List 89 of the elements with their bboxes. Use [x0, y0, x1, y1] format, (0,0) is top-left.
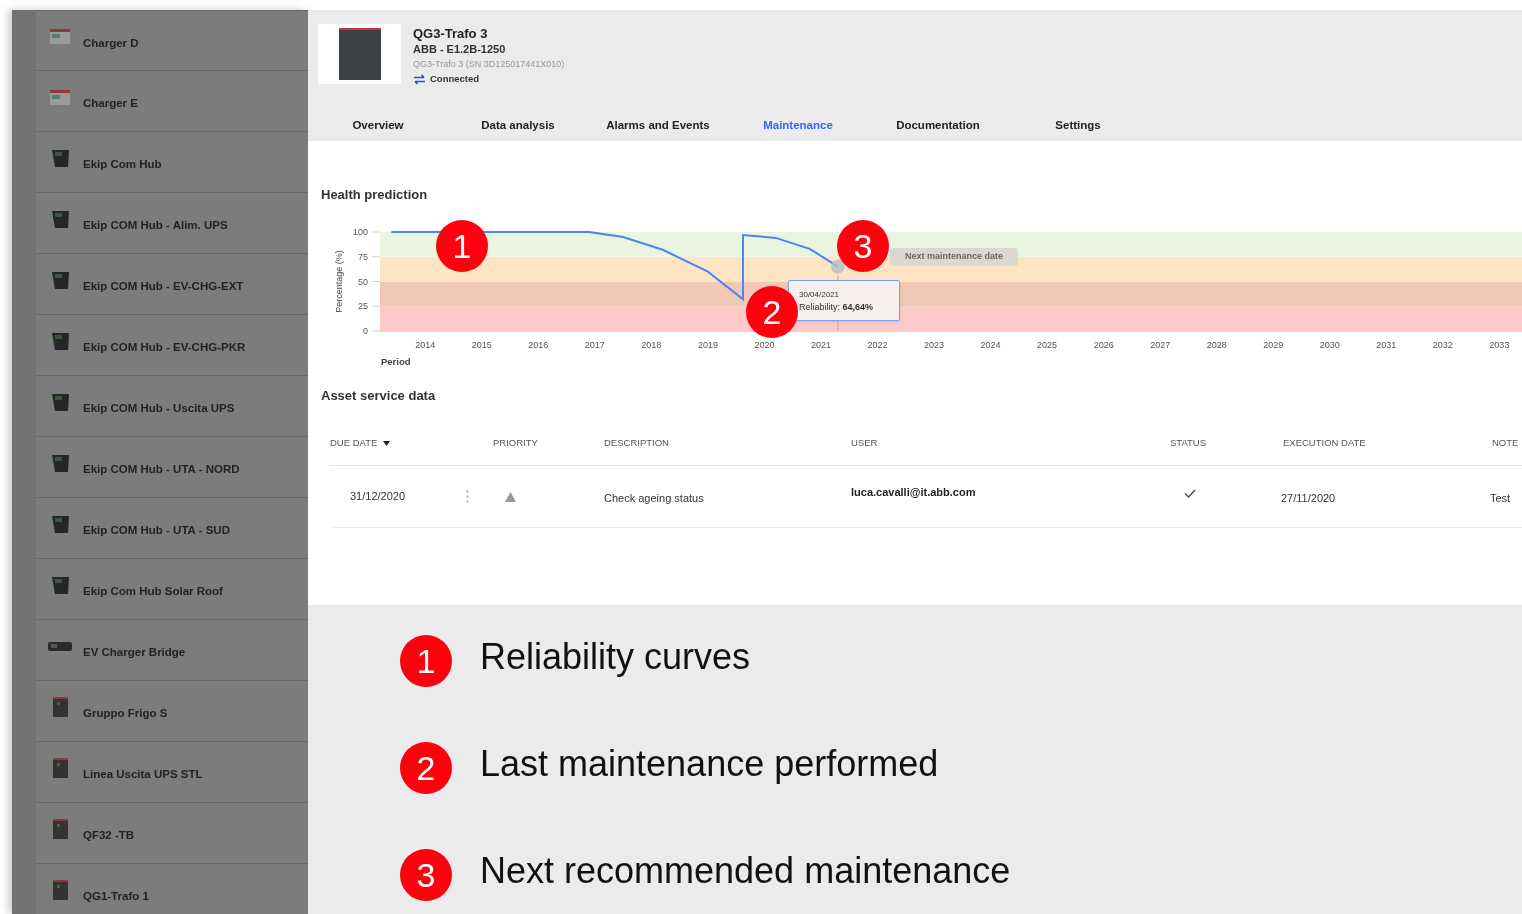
table-cell-text: 31/12/2020	[350, 489, 406, 505]
axis-tick-label: 2029	[1263, 340, 1284, 350]
axis-tick-label: 2017	[584, 340, 605, 350]
device-icon	[50, 29, 70, 44]
device-icon	[51, 332, 69, 350]
callout-number: 3	[837, 220, 889, 272]
device-icon	[51, 149, 69, 167]
tab[interactable]: Documentation	[868, 111, 1008, 141]
device-model: ABB - E1.2B-1250	[413, 42, 507, 57]
tab[interactable]: Maintenance	[728, 111, 868, 141]
axis-tick-label: 0	[363, 326, 368, 336]
connection-icon	[413, 73, 426, 85]
axis-tick-label: 2014	[415, 340, 436, 350]
axis-tick-label: 2025	[1037, 340, 1058, 350]
sort-icon[interactable]	[383, 440, 391, 446]
axis-tick-label: 100	[352, 227, 368, 237]
device-serial: QG3-Trafo 3 (SN 3D125017441X010)	[413, 58, 565, 71]
device-icon	[51, 515, 69, 533]
connection-status: Connected	[430, 72, 480, 86]
axis-tick-label: 2021	[810, 340, 831, 350]
sidebar-item[interactable]: Linea Uscita UPS STL	[36, 742, 308, 803]
device-icon	[48, 641, 72, 651]
legend-number: 2	[400, 742, 452, 794]
axis-tick-label: 2016	[528, 340, 549, 350]
axis-tick-label: 2031	[1376, 340, 1397, 350]
device-icon	[52, 880, 68, 900]
y-tick-mark	[371, 305, 381, 307]
device-icon	[51, 210, 69, 228]
column-header[interactable]: NOTE	[1492, 435, 1519, 451]
tab[interactable]: Alarms and Events	[588, 111, 728, 141]
axis-tick-label: 2027	[1150, 340, 1171, 350]
device-icon	[52, 758, 68, 778]
axis-title: Percentage (%)	[334, 250, 344, 313]
device-icon	[51, 454, 69, 472]
table-cell: luca.cavalli@it.abb.com	[851, 485, 976, 498]
section-title: Health prediction	[321, 186, 428, 204]
axis-tick-label: 2018	[641, 340, 662, 350]
table-cell: Test	[1490, 491, 1511, 504]
axis-tick-label: 25	[358, 301, 368, 312]
tab[interactable]: Data analysis	[448, 111, 588, 141]
device-title: QG3-Trafo 3	[413, 26, 489, 42]
priority-icon	[505, 491, 516, 502]
column-header[interactable]: EXECUTION DATE	[1283, 435, 1366, 451]
axis-tick-label: 2023	[924, 340, 945, 350]
table-cell: 27/11/2020	[1281, 491, 1336, 504]
column-header[interactable]: PRIORITY	[493, 435, 538, 451]
column-header[interactable]: DESCRIPTION	[604, 435, 669, 451]
sidebar-item[interactable]: Charger D	[36, 10, 308, 71]
device-icon	[51, 576, 69, 594]
sidebar-item[interactable]: Charger E	[36, 71, 308, 132]
legend-text: Last maintenance performed	[480, 742, 939, 786]
device-icon	[50, 89, 70, 105]
legend-number: 3	[400, 849, 452, 901]
tooltip-value: Reliability: 64,64%	[799, 301, 875, 314]
y-tick-mark	[371, 256, 381, 258]
table-cell: Check ageing status	[604, 491, 704, 504]
axis-tick-label: 2028	[1206, 340, 1227, 350]
axis-tick-label: 2033	[1489, 340, 1510, 350]
legend-number: 1	[400, 635, 452, 687]
axis-tick-label: 2032	[1432, 340, 1453, 350]
tab[interactable]: Settings	[1008, 111, 1148, 141]
callout-number: 1	[436, 220, 488, 272]
legend-text: Reliability curves	[480, 635, 751, 679]
axis-tick-label: 50	[358, 276, 368, 287]
tooltip-date: 30/04/2021	[799, 289, 841, 301]
next-maintenance-label: Next maintenance date	[890, 248, 1018, 266]
axis-tick-label: 2020	[754, 340, 775, 350]
device-icon	[52, 697, 68, 717]
device-icon	[52, 819, 68, 839]
axis-tick-label: 2030	[1319, 340, 1340, 350]
y-tick-mark	[371, 281, 381, 282]
tab[interactable]: Overview	[308, 111, 448, 141]
column-header[interactable]: DUE DATE	[330, 435, 485, 451]
axis-tick-label: 2019	[697, 340, 718, 350]
axis-tick-label: 2015	[471, 340, 492, 350]
sidebar-item[interactable]: QF32 -TB	[36, 803, 308, 864]
device-icon	[51, 271, 69, 289]
legend-text: Next recommended maintenance	[480, 849, 1011, 893]
column-header[interactable]: USER	[851, 435, 878, 451]
axis-tick-label: 2026	[1093, 340, 1114, 350]
section-title: Asset service data	[321, 387, 436, 405]
device-icon	[51, 393, 69, 411]
axis-title: Period	[381, 356, 411, 367]
axis-tick-label: 2022	[867, 340, 888, 350]
hover-point	[830, 259, 845, 274]
axis-tick-label: 75	[358, 251, 368, 262]
column-header[interactable]: STATUS	[1170, 435, 1207, 451]
sidebar-item[interactable]: Gruppo Frigo S	[36, 681, 308, 742]
axis-tick-label: 2024	[980, 340, 1001, 350]
